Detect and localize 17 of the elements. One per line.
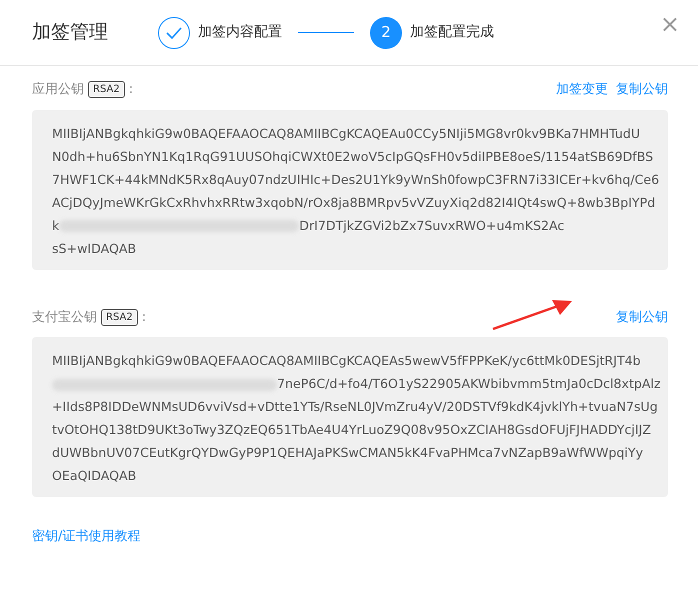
section-label: 应用公钥 — [32, 81, 84, 99]
algorithm-tag: RSA2 — [101, 308, 138, 326]
action-link[interactable]: 复制公钥 — [616, 308, 668, 327]
step-label: 加签内容配置 — [198, 23, 282, 42]
dialog-title: 加签管理 — [32, 20, 108, 46]
colon-text: : — [128, 81, 134, 99]
algorithm-tag: RSA2 — [88, 81, 125, 98]
action-link[interactable]: 复制公钥 — [616, 80, 668, 100]
key-text-box: MIIBIjANBgkqhkiG9w0BAQEFAAOCAQ8AMIIBCgKCAQEAu0CCy5NIji5MG8vr0kv9BKa7HMHTudU N0dh+hu6SbnYN1Kq1RqG91UUSOhqiCWXt0E2woV5cIpGQsFH0v5diIPBE8oeS/1154atSB69DfBS 7HWF1CK+44kMNdK5Rx8qAuy07ndzUIHIc+Des2U1Yk9yWnSh0fowpC3FRN7i33ICEr+kv6hq/Ce6 ACjDQyJmeWKrGkCxRhvhxRRtw3xqobN/rOx8ja8BMRpv5vVZuyXiq2d82I4IQt4swQ+8wb3BpIYPd k DrI7DTjkZGVi2bZx7SuvxRWO+u4mKS2Ac sS+wIDAQAB — [32, 110, 668, 270]
colon-text: : — [142, 308, 146, 326]
section-label: 支付宝公钥 — [32, 308, 97, 326]
key-text-box: MIIBIjANBgkqhkiG9w0BAQEFAAOCAQ8AMIIBCgKCAQEAs5wewV5fFPPKeK/yc6ttMk0DESjtRJT4b 7neP6C/d+fo4/T6O1yS22905AKWbibvmm5tmJa0cDcl8xtpAlz +IIds8P8IDDeWNMsUD6vviVsd+vDtte1YTs/RseNL0JVmZru4yV/20DSTVf9kdK4jvklYh+tvuaN7sUg tvOtOHQ138tD9UKt3oTwy3ZQzEQ651TbAe4U4YrLuoZ9Q08v95OxZCIAH8GsdOFUjFJHADDYcjIJZ dUWBbnUV07CEutKgrQYDwGyP9P1QEHAJaPKSwCMAN5kK4FvaPHMca7vNZapB9aWfWWpqiYy OEaQIDAQAB — [32, 337, 668, 497]
close-button[interactable]: × — [660, 12, 680, 36]
action-link[interactable]: 加签变更 — [556, 80, 608, 100]
step-number: 2 — [370, 16, 402, 48]
step-label: 加签配置完成 — [410, 23, 494, 42]
tutorial-link[interactable]: 密钥/证书使用教程 — [32, 529, 140, 544]
